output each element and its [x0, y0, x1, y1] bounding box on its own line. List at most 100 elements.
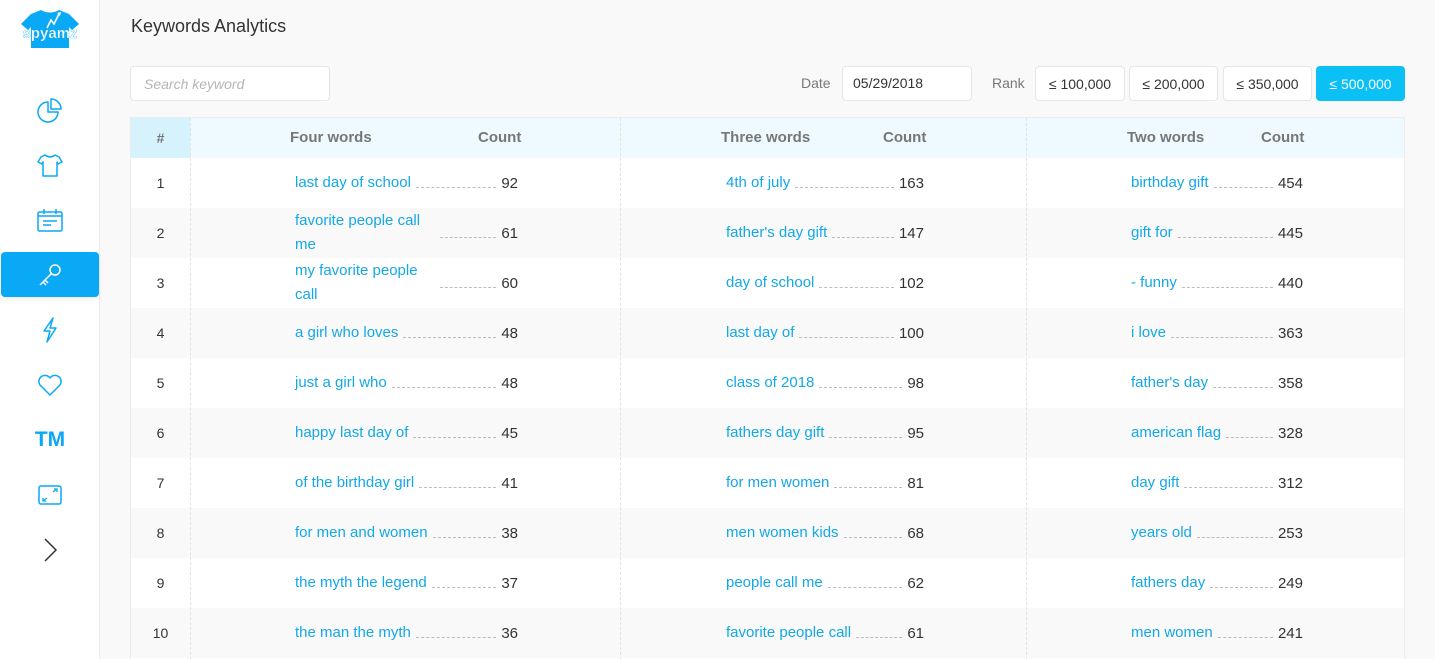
pie-chart-icon: [37, 97, 62, 123]
sidebar-item-products[interactable]: [1, 142, 99, 187]
keyword-link[interactable]: just a girl who: [295, 371, 387, 395]
table-row: 5 just a girl who 48 class of 2018 98 father'…: [131, 358, 1404, 408]
dotted-leader: [1196, 536, 1273, 538]
dotted-leader: [1213, 186, 1273, 188]
keyword-link[interactable]: a girl who loves: [295, 321, 398, 345]
keyword-cell-two: - funny 440: [1131, 258, 1303, 308]
keyword-count: 60: [501, 274, 518, 292]
keyword-cell-three: people call me 62: [726, 558, 924, 608]
keyword-link[interactable]: the myth the legend: [295, 571, 427, 595]
dotted-leader: [829, 436, 903, 438]
dotted-leader: [1184, 486, 1273, 488]
keyword-link[interactable]: fathers day: [1131, 571, 1205, 595]
keyword-link[interactable]: american flag: [1131, 421, 1221, 445]
rank-button-500000[interactable]: ≤ 500,000: [1316, 66, 1405, 101]
search-input[interactable]: [130, 66, 330, 101]
row-index: 4: [156, 325, 165, 341]
keyword-count: 363: [1277, 324, 1303, 342]
sidebar-item-favorites[interactable]: [1, 362, 99, 407]
sidebar-item-fullscreen[interactable]: [1, 472, 99, 517]
dotted-leader: [834, 486, 903, 488]
keyword-link[interactable]: fathers day gift: [726, 421, 824, 445]
keyword-count: 48: [501, 374, 518, 392]
keyword-link[interactable]: for men women: [726, 471, 829, 495]
keyword-link[interactable]: i love: [1131, 321, 1166, 345]
dotted-leader: [413, 436, 497, 438]
keyword-link[interactable]: favorite people call: [726, 621, 851, 645]
sidebar-item-trending[interactable]: [1, 307, 99, 352]
keyword-link[interactable]: favorite people call me: [295, 209, 435, 257]
keyword-cell-three: men women kids 68: [726, 508, 924, 558]
page-title: Keywords Analytics: [131, 16, 287, 36]
keyword-link[interactable]: father's day: [1131, 371, 1208, 395]
dotted-leader: [432, 536, 497, 538]
keyword-link[interactable]: father's day gift: [726, 221, 827, 245]
keyword-count: 81: [907, 474, 924, 492]
keyword-link[interactable]: men women: [1131, 621, 1213, 645]
keyword-count: 312: [1277, 474, 1303, 492]
date-picker[interactable]: 05/29/2018: [842, 66, 972, 101]
keyword-count: 440: [1277, 274, 1303, 292]
dotted-leader: [440, 286, 497, 288]
keyword-link[interactable]: day gift: [1131, 471, 1179, 495]
dotted-leader: [1217, 636, 1273, 638]
keyword-link[interactable]: 4th of july: [726, 171, 790, 195]
keyword-link[interactable]: my favorite people call: [295, 259, 435, 307]
row-index: 5: [156, 375, 165, 391]
keyword-cell-two: father's day 358: [1131, 358, 1303, 408]
header-four-count[interactable]: Count: [478, 118, 521, 158]
keyword-link[interactable]: years old: [1131, 521, 1192, 545]
sidebar-item-dashboard[interactable]: [1, 87, 99, 132]
sidebar-item-calendar[interactable]: [1, 197, 99, 242]
date-label: Date: [801, 75, 831, 91]
sidebar-expand-button[interactable]: [1, 527, 99, 572]
keyword-link[interactable]: men women kids: [726, 521, 839, 545]
keyword-link[interactable]: last day of: [726, 321, 794, 345]
rank-button-350000[interactable]: ≤ 350,000: [1223, 66, 1312, 101]
table-row: 10 the man the myth 36 favorite people call…: [131, 608, 1404, 658]
row-index: 2: [156, 225, 165, 241]
table-row: 3 my favorite people call 60 day of school 1…: [131, 258, 1404, 308]
keyword-link[interactable]: birthday gift: [1131, 171, 1209, 195]
keyword-count: 45: [501, 424, 518, 442]
table-row: 7 of the birthday girl 41 for men women 81 da…: [131, 458, 1404, 508]
keyword-cell-two: years old 253: [1131, 508, 1303, 558]
keyword-link[interactable]: people call me: [726, 571, 823, 595]
header-two-words[interactable]: Two words: [1127, 118, 1204, 158]
column-divider: [1026, 118, 1027, 659]
keyword-link[interactable]: - funny: [1131, 271, 1177, 295]
keyword-link[interactable]: for men and women: [295, 521, 428, 545]
row-index: 10: [152, 625, 169, 641]
spyamz-logo[interactable]: spyamz: [17, 8, 83, 48]
keyword-cell-three: father's day gift 147: [726, 208, 924, 258]
dotted-leader: [1171, 336, 1273, 338]
keyword-cell-four: just a girl who 48: [295, 358, 518, 408]
keyword-link[interactable]: last day of school: [295, 171, 411, 195]
table-row: 9 the myth the legend 37 people call me 62 fa…: [131, 558, 1404, 608]
keyword-cell-two: birthday gift 454: [1131, 158, 1303, 208]
column-divider: [190, 118, 191, 659]
rank-button-100000[interactable]: ≤ 100,000: [1035, 66, 1125, 101]
header-three-words[interactable]: Three words: [721, 118, 810, 158]
keyword-count: 41: [501, 474, 518, 492]
keyword-count: 68: [907, 524, 924, 542]
keyword-link[interactable]: day of school: [726, 271, 814, 295]
table-header: # Four words Count Three words Count Two…: [131, 118, 1404, 158]
keyword-link[interactable]: the man the myth: [295, 621, 411, 645]
keyword-cell-three: favorite people call 61: [726, 608, 924, 658]
header-four-words[interactable]: Four words: [290, 118, 372, 158]
row-index: 8: [156, 525, 165, 541]
keyword-link[interactable]: of the birthday girl: [295, 471, 414, 495]
header-two-count[interactable]: Count: [1261, 118, 1304, 158]
keyword-link[interactable]: happy last day of: [295, 421, 408, 445]
sidebar-item-trademark[interactable]: TM: [1, 417, 99, 462]
keyword-link[interactable]: class of 2018: [726, 371, 814, 395]
keyword-count: 249: [1277, 574, 1303, 592]
keyword-cell-four: my favorite people call 60: [295, 258, 518, 308]
keyword-cell-two: american flag 328: [1131, 408, 1303, 458]
rank-button-200000[interactable]: ≤ 200,000: [1129, 66, 1218, 101]
sidebar-item-keywords[interactable]: [1, 252, 99, 297]
header-three-count[interactable]: Count: [883, 118, 926, 158]
keyword-cell-four: last day of school 92: [295, 158, 518, 208]
keyword-link[interactable]: gift for: [1131, 221, 1173, 245]
